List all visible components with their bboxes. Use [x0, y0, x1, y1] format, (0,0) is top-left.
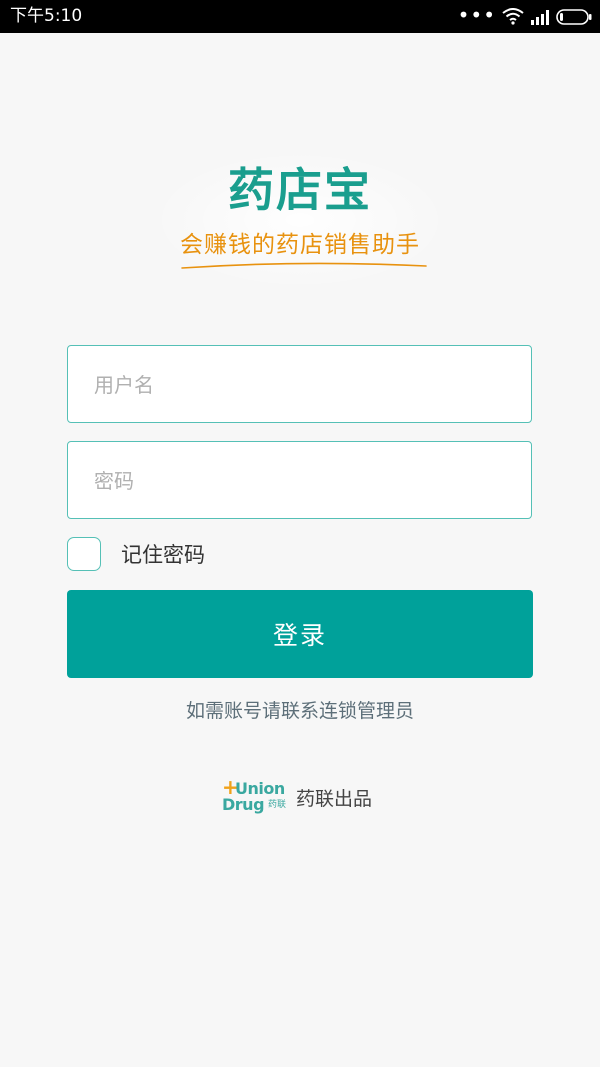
union-drug-logo: + Union Drug 药联: [222, 777, 290, 815]
wifi-icon: [502, 8, 524, 25]
brand-cn: 药联: [268, 800, 287, 810]
password-input[interactable]: [92, 442, 516, 520]
remember-password[interactable]: 记住密码: [67, 537, 267, 575]
password-field[interactable]: [67, 441, 532, 520]
slogan-underline: [181, 262, 427, 269]
contact-hint: 如需账号请联系连锁管理员: [185, 700, 414, 722]
app-slogan: 会赚钱的药店销售助手: [180, 232, 420, 258]
remember-checkbox[interactable]: [67, 537, 101, 571]
more-dots-icon: •••: [457, 3, 496, 27]
brand-drug: Drug: [222, 795, 265, 814]
brand-text: 药联出品: [296, 788, 373, 810]
brand-footer: + Union Drug 药联 药联出品: [222, 777, 392, 817]
login-button[interactable]: 登录: [67, 590, 533, 678]
status-time: 下午5:10: [10, 6, 83, 26]
remember-label: 记住密码: [121, 543, 205, 567]
app-logo: 药店宝 会赚钱的药店销售助手: [150, 150, 450, 290]
username-field[interactable]: [67, 345, 532, 424]
battery-icon: [556, 9, 592, 25]
signal-icon: [531, 10, 549, 25]
username-input[interactable]: [92, 346, 516, 424]
app-title: 药店宝: [228, 163, 372, 217]
status-bar: 下午5:10 •••: [0, 0, 600, 33]
